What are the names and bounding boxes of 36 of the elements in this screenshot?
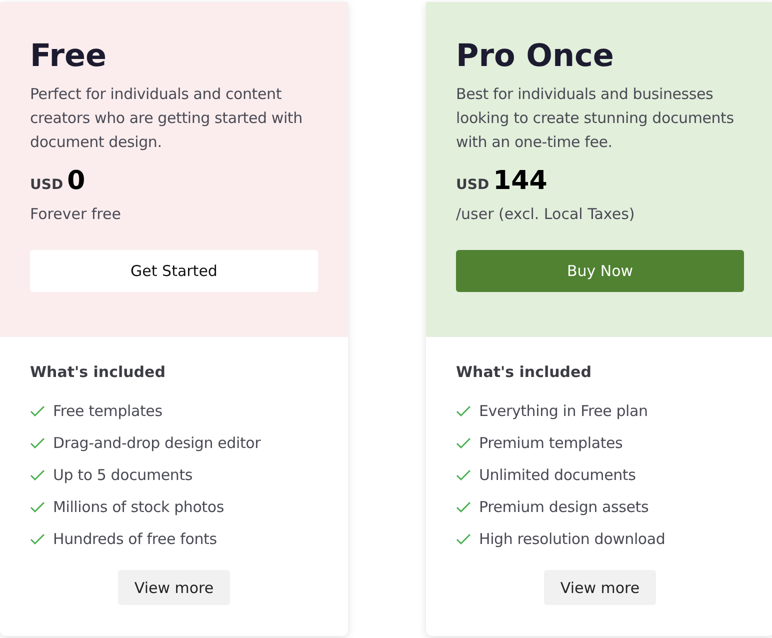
check-icon (456, 405, 471, 417)
price-note: /user (excl. Local Taxes) (456, 204, 636, 225)
feature-text: Free templates (53, 401, 162, 422)
currency-label: USD (456, 177, 490, 193)
feature-text: Everything in Free plan (479, 401, 648, 422)
check-icon (30, 501, 45, 513)
price-note: Forever free (30, 204, 122, 225)
view-more-button[interactable]: View more (118, 570, 230, 605)
plan-name: Pro Once (456, 37, 615, 76)
plan-description: Perfect for individuals and content creators who are getting started with document design. (30, 84, 304, 153)
feature-text: Unlimited documents (479, 465, 636, 486)
included-heading: What's included (30, 362, 166, 383)
check-icon (456, 469, 471, 481)
check-icon (30, 405, 45, 417)
feature-text: Hundreds of free fonts (53, 529, 217, 550)
feature-text: Up to 5 documents (53, 465, 193, 486)
check-icon (456, 533, 471, 545)
check-icon (30, 469, 45, 481)
check-icon (30, 437, 45, 449)
plan-action-button[interactable]: Get Started (30, 250, 318, 292)
plan-name: Free (30, 37, 108, 76)
price-amount: 144 (493, 166, 548, 196)
check-icon (30, 533, 45, 545)
feature-text: High resolution download (479, 529, 666, 550)
feature-text: Millions of stock photos (53, 497, 224, 518)
included-heading: What's included (456, 362, 592, 383)
price-amount: 0 (67, 166, 86, 196)
plan-description: Best for individuals and businesses looking to create stunning documents with an one-time fee. (456, 84, 735, 153)
plan-action-button[interactable]: Buy Now (456, 250, 744, 292)
feature-text: Premium templates (479, 433, 623, 454)
check-icon (456, 437, 471, 449)
feature-text: Premium design assets (479, 497, 649, 518)
check-icon (456, 501, 471, 513)
currency-label: USD (30, 177, 64, 193)
view-more-button[interactable]: View more (544, 570, 656, 605)
feature-text: Drag-and-drop design editor (53, 433, 261, 454)
